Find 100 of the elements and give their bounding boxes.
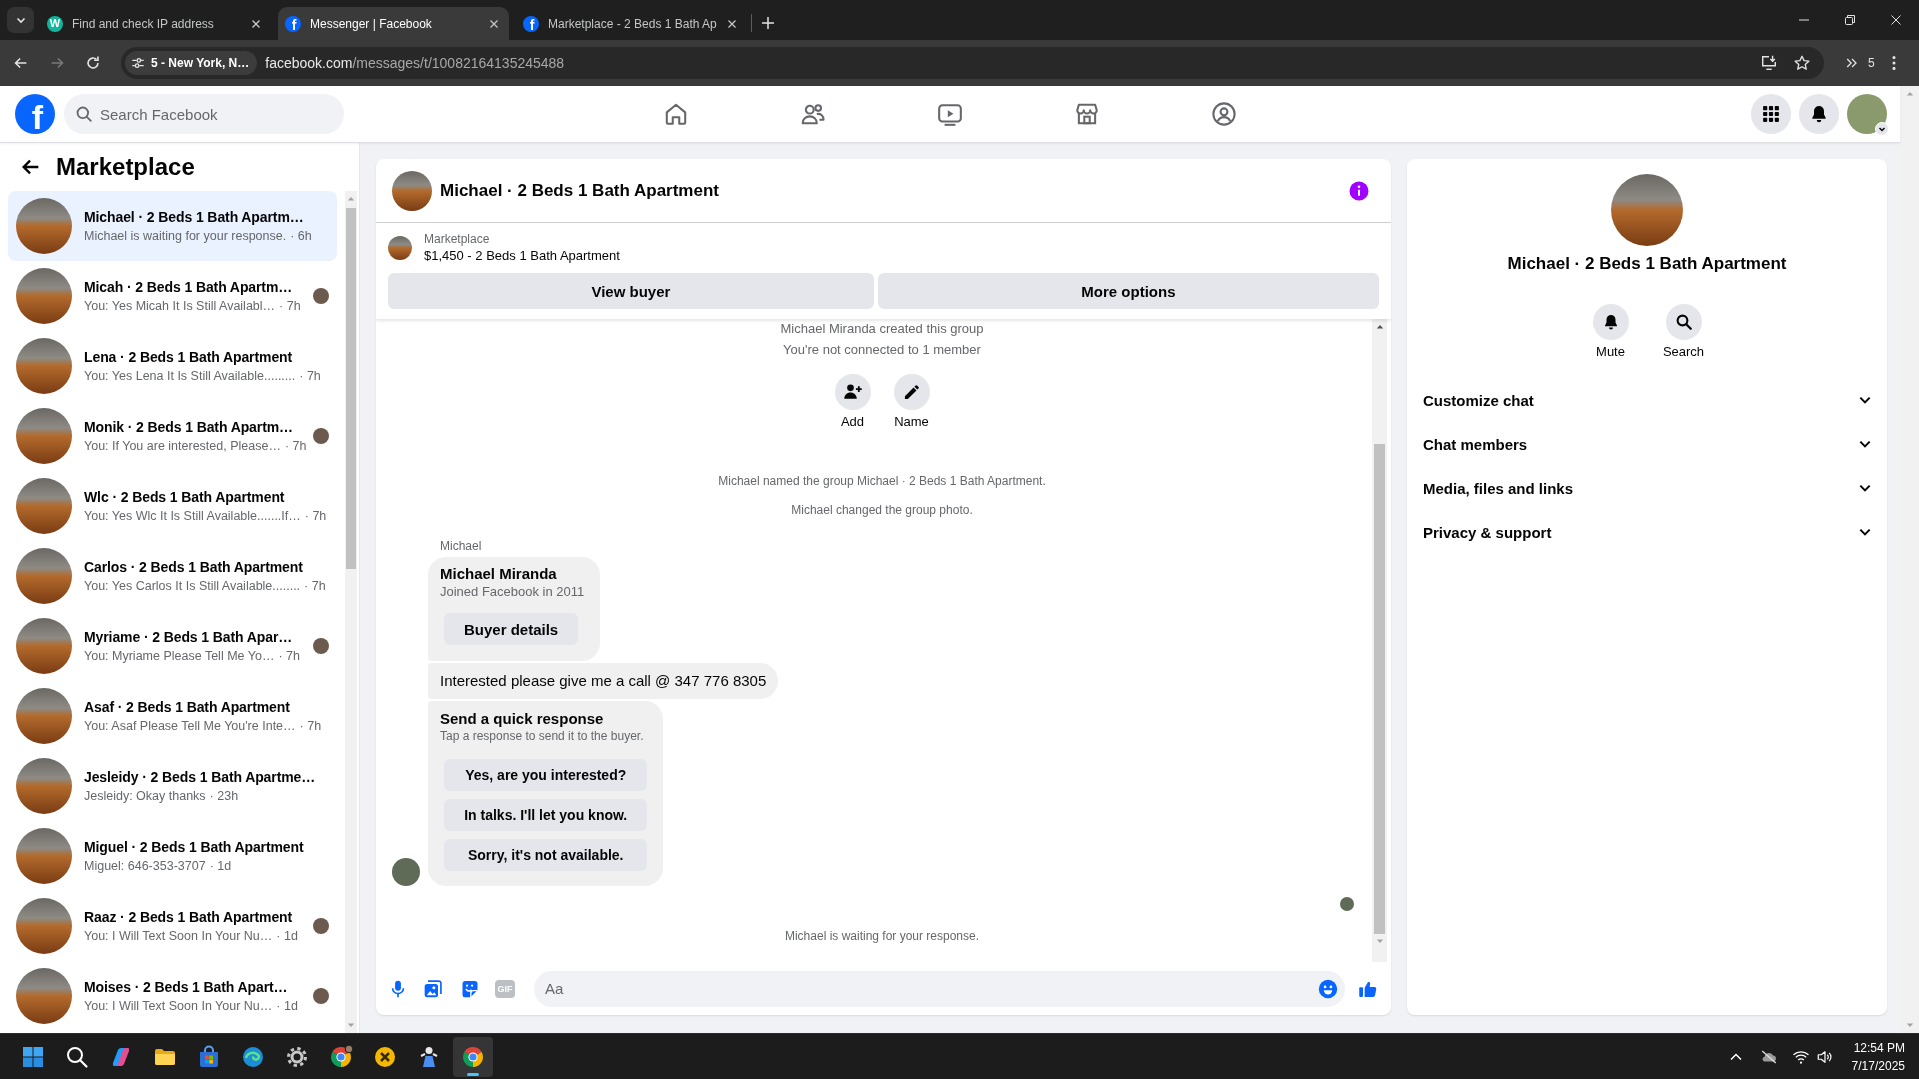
search-button[interactable]	[1665, 304, 1702, 340]
action-label: Search	[1662, 344, 1705, 360]
conversation-item[interactable]: Carlos · 2 Beds 1 Bath Apartment You: Yes Carlos It Is Still Available........ · 7h	[8, 541, 337, 611]
reload-icon[interactable]	[84, 54, 102, 72]
photo-placeholder	[16, 688, 72, 744]
image-icon[interactable]	[423, 978, 443, 999]
taskbar-button[interactable]	[453, 1036, 493, 1077]
smiley-icon[interactable]	[1318, 978, 1338, 999]
store-icon[interactable]	[1074, 101, 1100, 127]
quick-response-hint: Tap a response to send it to the buyer.	[440, 728, 644, 744]
conversation-title: Myriame · 2 Beds 1 Bath Apar…	[84, 628, 294, 647]
quick-reply-button[interactable]: Yes, are you interested?	[444, 759, 648, 791]
avatar-placeholder	[392, 858, 420, 886]
conversation-item[interactable]: Monik · 2 Beds 1 Bath Apartm… You: If You are interested, Please… · 7h	[8, 401, 337, 471]
browser-tab[interactable]: f Messenger | Facebook	[278, 7, 509, 40]
profile-label[interactable]: 5	[1868, 56, 1875, 70]
listing-title: $1,450 - 2 Beds 1 Bath Apartment	[424, 247, 620, 265]
restore-icon[interactable]	[1845, 15, 1855, 25]
conversation-item[interactable]: Lena · 2 Beds 1 Bath Apartment You: Yes Lena It Is Still Available......... · 7h	[8, 331, 337, 401]
info-icon[interactable]	[1349, 180, 1369, 201]
site-logo[interactable]: f	[15, 94, 55, 134]
conversation-item[interactable]: Asaf · 2 Beds 1 Bath Apartment You: Asaf Please Tell Me You're Inte… · 7h	[8, 681, 337, 751]
timestamp: · 7h	[299, 718, 322, 735]
conversation-title: Micah · 2 Beds 1 Bath Apartm…	[84, 278, 294, 297]
system-notice: Michael Miranda created this group	[779, 320, 985, 337]
search-field[interactable]: Search Facebook	[64, 94, 344, 134]
message-bubble: Interested please give me a call @ 347 776 8305	[428, 663, 779, 699]
photo-placeholder	[16, 828, 72, 884]
add-member-button[interactable]	[834, 374, 871, 410]
person-circle-icon[interactable]	[1211, 101, 1237, 127]
monitor-download-icon[interactable]	[1760, 54, 1778, 72]
menu-button[interactable]	[1751, 94, 1791, 134]
photo-placeholder	[16, 198, 72, 254]
conversation-item[interactable]: Myriame · 2 Beds 1 Bath Apar… You: Myriame Please Tell Me Yo… · 7h	[8, 611, 337, 681]
system-notice: You're not connected to 1 member	[782, 341, 982, 358]
star-icon[interactable]	[1793, 54, 1811, 72]
quick-reply-button[interactable]: In talks. I'll let you know.	[444, 799, 648, 831]
action-button[interactable]: More options	[877, 273, 1379, 309]
grid-icon	[1761, 104, 1781, 124]
action-button[interactable]: View buyer	[388, 273, 874, 309]
tab-search-button[interactable]	[7, 7, 34, 33]
browser-tab[interactable]: W Find and check IP address	[40, 7, 271, 40]
plus-icon[interactable]	[761, 16, 775, 30]
up-arrow-icon[interactable]	[1375, 324, 1384, 329]
section-header[interactable]: Privacy & support	[1415, 510, 1879, 554]
message-preview: Miguel: 646-353-3707	[84, 858, 206, 875]
timestamp: · 7h	[279, 298, 301, 315]
browser-tab[interactable]: f Marketplace - 2 Beds 1 Bath Ap	[516, 7, 747, 40]
message-input[interactable]: Aa	[534, 970, 1345, 1007]
photo-placeholder	[16, 618, 72, 674]
scrollbar-thumb[interactable]	[1374, 444, 1385, 934]
clock-date[interactable]: 7/17/2025	[1851, 1056, 1905, 1075]
photo-placeholder	[388, 236, 412, 260]
photo-placeholder	[16, 478, 72, 534]
scrollbar-thumb[interactable]	[346, 208, 356, 569]
notifications-button[interactable]	[1799, 94, 1839, 134]
conversation-title: Jesleidy · 2 Beds 1 Bath Apartme…	[84, 768, 317, 787]
conversation-item[interactable]: Moises · 2 Beds 1 Bath Apart… You: I Will Text Soon In Your Nu… · 1d	[8, 961, 337, 1031]
people-icon[interactable]	[800, 101, 826, 127]
section-header[interactable]: Chat members	[1415, 422, 1879, 466]
section-header[interactable]: Media, files and links	[1415, 466, 1879, 510]
clock-time[interactable]: 12:54 PM	[1853, 1038, 1905, 1057]
conversation-item[interactable]: Michael · 2 Beds 1 Bath Apartm… Michael is waiting for your response. · 6h	[8, 191, 337, 261]
timestamp: · 1d	[276, 998, 298, 1015]
conversation-title: Asaf · 2 Beds 1 Bath Apartment	[84, 698, 291, 717]
close-icon[interactable]	[1891, 15, 1901, 25]
swirl-circle-icon	[241, 1044, 265, 1069]
close-icon[interactable]	[727, 18, 737, 29]
conversation-title: Wlc · 2 Beds 1 Bath Apartment	[84, 488, 286, 507]
timestamp: · 23h	[209, 788, 239, 805]
conversation-item[interactable]: Jesleidy · 2 Beds 1 Bath Apartme… Jesleidy: Okay thanks · 23h	[8, 751, 337, 821]
rename-button[interactable]	[893, 374, 930, 410]
conversation-title: Miguel · 2 Beds 1 Bath Apartment	[84, 838, 305, 857]
quick-reply-button[interactable]: Sorry, it's not available.	[444, 839, 648, 871]
timestamp: · 7h	[304, 578, 326, 595]
chevron-down-icon[interactable]	[1875, 122, 1889, 136]
timestamp: · 1d	[209, 858, 232, 875]
timestamp: · 7h	[304, 508, 327, 525]
message-preview: You: If You are interested, Please…	[84, 438, 281, 455]
action-label: Name	[894, 414, 929, 430]
buyer-details-button[interactable]: Buyer details	[444, 613, 579, 645]
section-header[interactable]: Customize chat	[1415, 378, 1879, 422]
action-label: Mute	[1596, 344, 1625, 360]
site-info-chip[interactable]: 5 - New York, N…	[125, 51, 258, 75]
photo-placeholder	[16, 408, 72, 464]
home-icon[interactable]	[663, 101, 689, 127]
close-icon[interactable]	[251, 18, 261, 29]
conversation-item[interactable]: Miguel · 2 Beds 1 Bath Apartment Miguel: 646-353-3707 · 1d	[8, 821, 337, 891]
conversation-item[interactable]: Raaz · 2 Beds 1 Bath Apartment You: I Will Text Soon In Your Nu… · 1d	[8, 891, 337, 961]
address-bar[interactable]: 5 - New York, N… facebook.com/messages/t/10082164135245488	[121, 47, 1824, 79]
conversation-item[interactable]: Micah · 2 Beds 1 Bath Apartm… You: Yes Micah It Is Still Availabl… · 7h	[8, 261, 337, 331]
message-preview: You: Yes Carlos It Is Still Available........	[84, 578, 301, 595]
sticker-icon[interactable]	[460, 978, 480, 999]
message-preview: You: Asaf Please Tell Me You're Inte…	[84, 718, 296, 735]
close-icon[interactable]	[489, 18, 499, 29]
conversation-item[interactable]: Wlc · 2 Beds 1 Bath Apartment You: Yes Wlc It Is Still Available.......If… · 7h	[8, 471, 337, 541]
mute-button[interactable]	[1592, 304, 1629, 340]
start-menu-icon	[21, 1044, 45, 1069]
video-icon[interactable]	[937, 101, 963, 127]
photo-placeholder	[16, 268, 72, 324]
